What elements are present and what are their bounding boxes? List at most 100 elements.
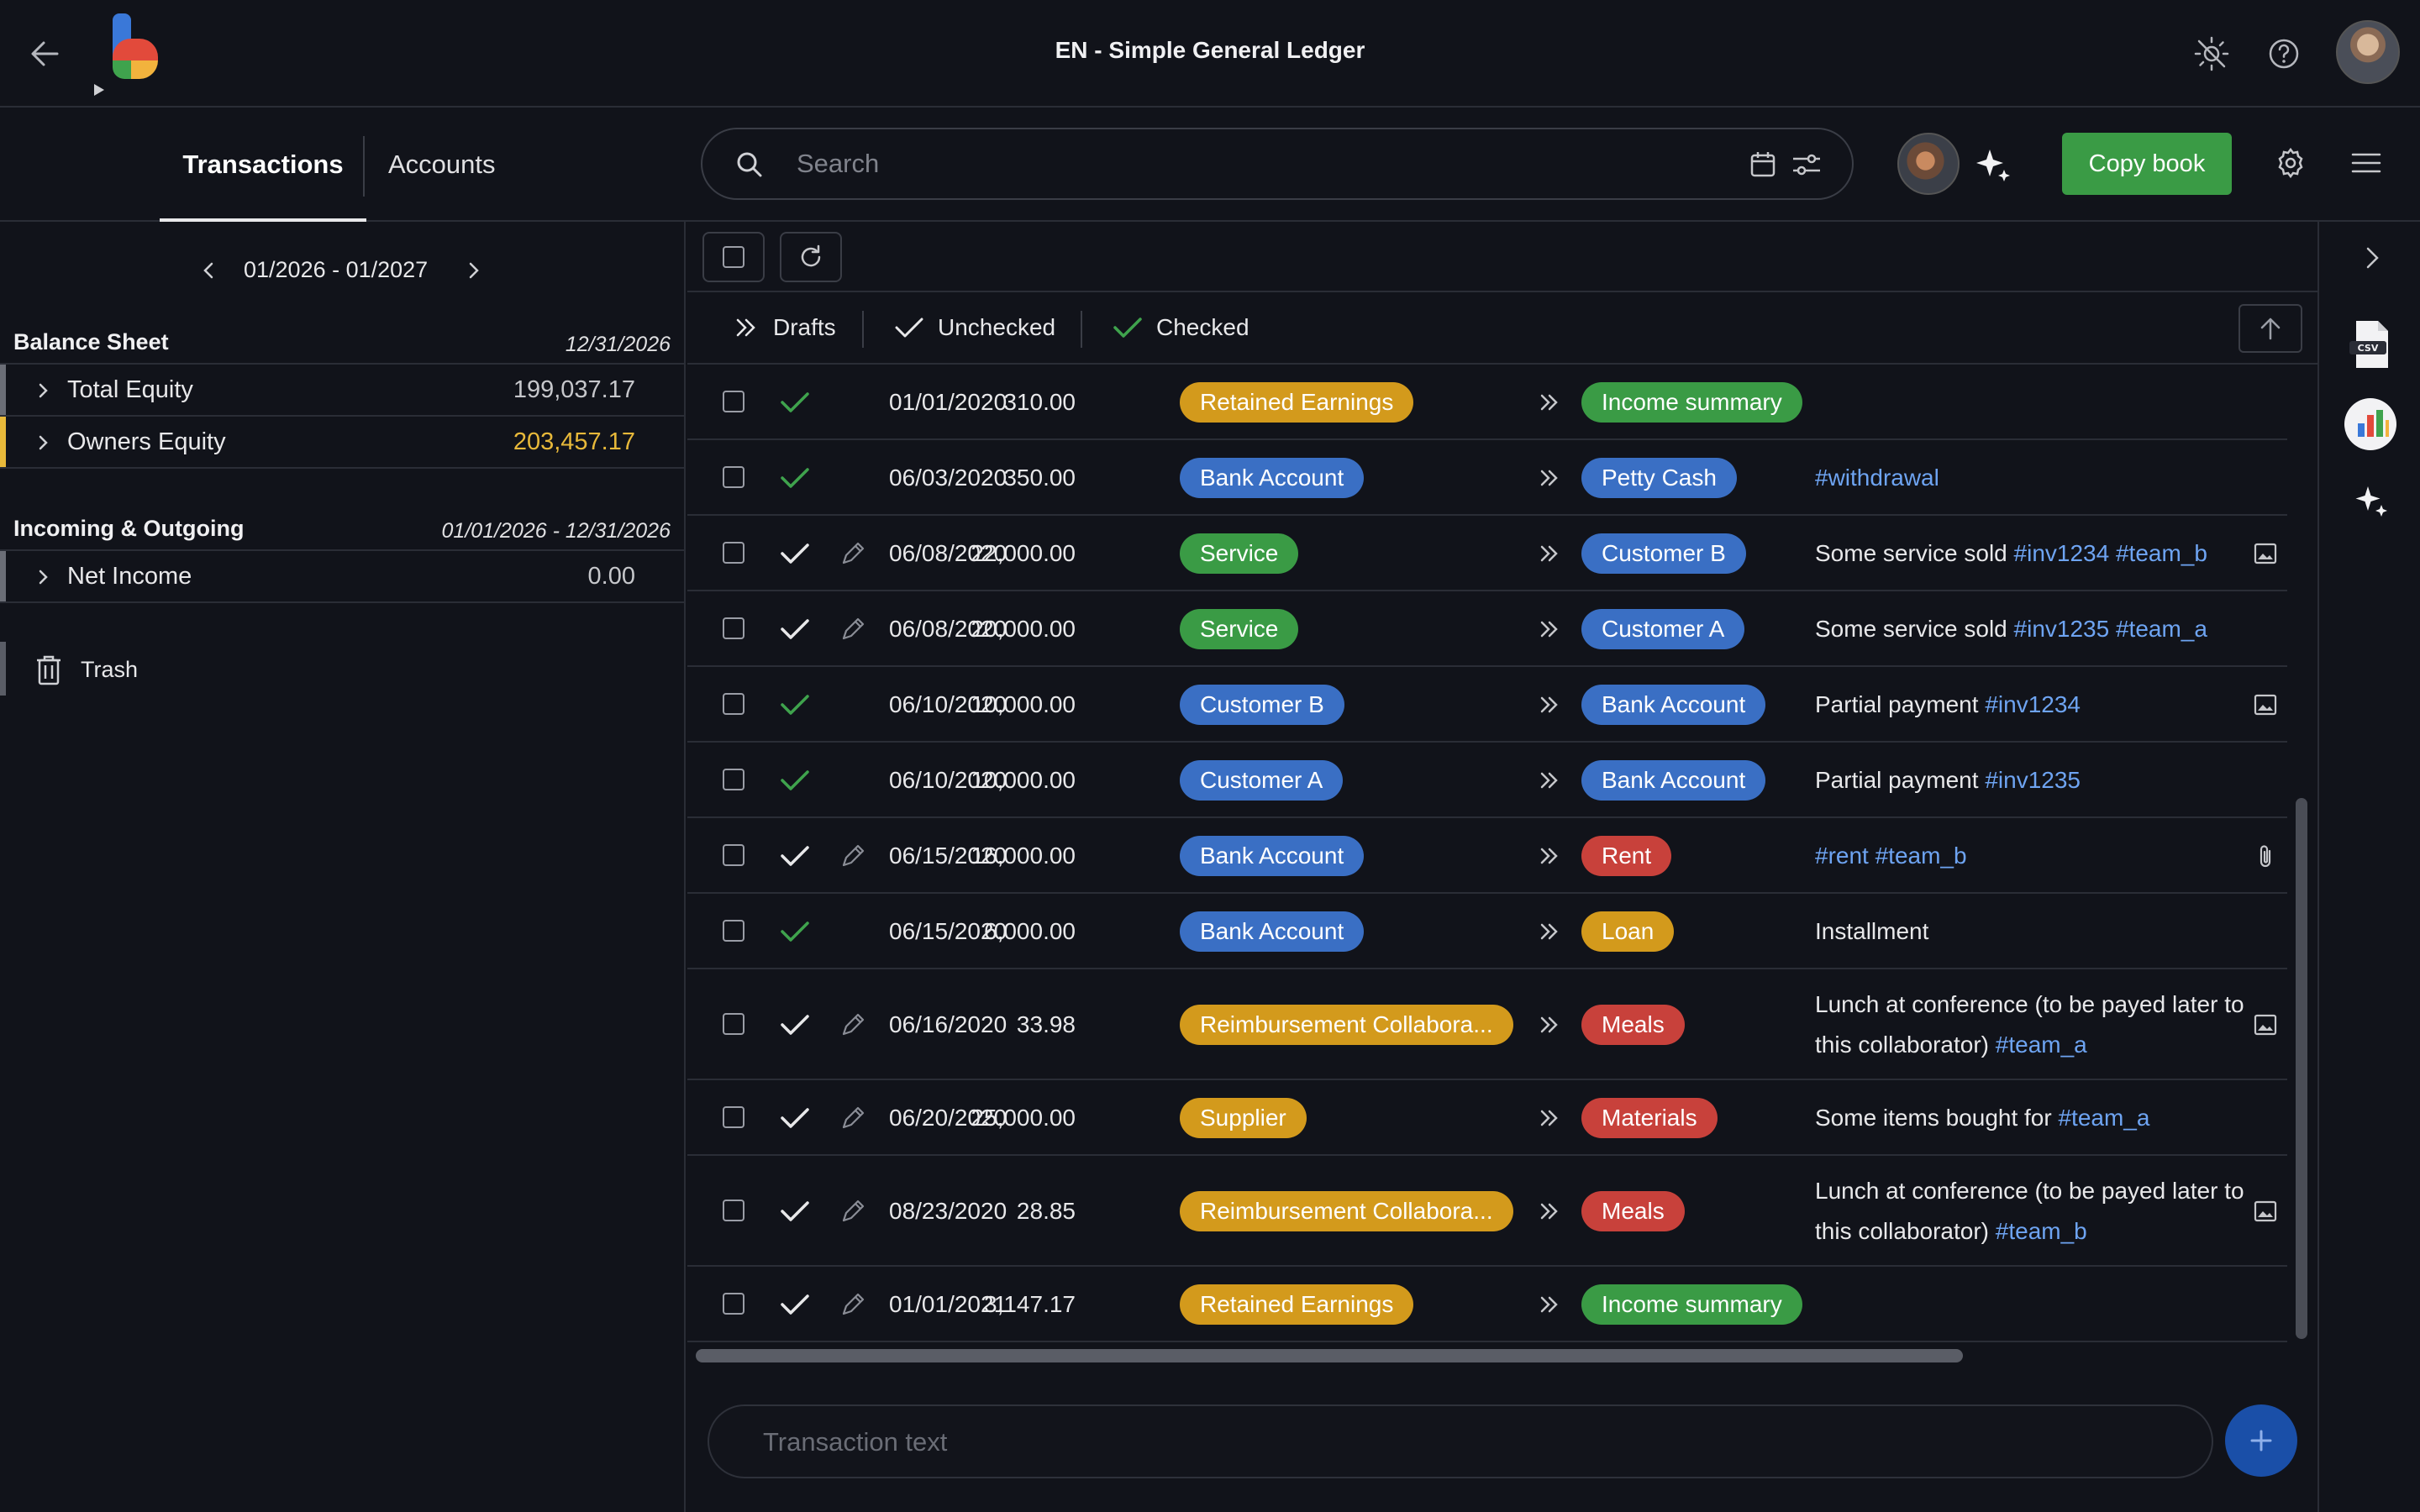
filter-drafts[interactable]: Drafts	[731, 312, 836, 343]
pencil-icon[interactable]	[839, 1011, 867, 1039]
checked-status-icon[interactable]	[778, 388, 812, 417]
unchecked-status-icon[interactable]	[778, 1290, 812, 1319]
collapse-panel-button[interactable]	[2358, 242, 2386, 274]
hashtag[interactable]: #inv1235	[1985, 767, 2081, 793]
tab-accounts[interactable]: Accounts	[388, 150, 496, 180]
to-account-tag[interactable]: Petty Cash	[1581, 458, 1737, 498]
table-row[interactable]: 06/20/2020 25,000.00 Supplier Materials Some…	[687, 1080, 2287, 1156]
from-account-tag[interactable]: Customer B	[1180, 685, 1344, 725]
hamburger-icon[interactable]	[2349, 150, 2383, 176]
image-attachment-icon[interactable]	[2252, 691, 2279, 718]
to-account-tag[interactable]: Meals	[1581, 1191, 1685, 1231]
account-row-total-equity[interactable]: Total Equity 199,037.17	[0, 363, 686, 415]
from-account-tag[interactable]: Reimbursement Collabora...	[1180, 1005, 1513, 1045]
pencil-icon[interactable]	[839, 1290, 867, 1319]
pencil-icon[interactable]	[839, 615, 867, 643]
assistant-avatar[interactable]	[1897, 133, 1960, 195]
to-account-tag[interactable]: Income summary	[1581, 1284, 1802, 1325]
table-row[interactable]: 06/08/2020 20,000.00 Service Customer A Some…	[687, 591, 2287, 667]
from-account-tag[interactable]: Reimbursement Collabora...	[1180, 1191, 1513, 1231]
checked-status-icon[interactable]	[778, 464, 812, 492]
unchecked-status-icon[interactable]	[778, 615, 812, 643]
search-input[interactable]	[797, 143, 1721, 185]
table-row[interactable]: 06/10/2020 10,000.00 Customer A Bank Accoun…	[687, 743, 2287, 818]
table-row[interactable]: 06/16/2020 33.98 Reimbursement Collabora..…	[687, 969, 2287, 1080]
hashtag[interactable]: #team_a	[2058, 1105, 2149, 1131]
table-row[interactable]: 01/01/2021 3,147.17 Retained Earnings Incom…	[687, 1267, 2287, 1342]
checked-status-icon[interactable]	[778, 766, 812, 795]
sparkle-icon[interactable]	[1973, 144, 2013, 185]
trash-item[interactable]: Trash	[0, 642, 686, 696]
checked-status-icon[interactable]	[778, 690, 812, 719]
filter-unchecked[interactable]: Unchecked	[892, 312, 1055, 343]
hashtag[interactable]: #team_b	[2116, 540, 2207, 566]
chevron-right-icon[interactable]	[34, 432, 52, 454]
to-account-tag[interactable]: Customer B	[1581, 533, 1746, 574]
unchecked-status-icon[interactable]	[778, 1104, 812, 1132]
hashtag[interactable]: #rent	[1815, 843, 1869, 869]
hashtag[interactable]: #inv1234	[1985, 691, 2081, 717]
hashtag[interactable]: #team_b	[1876, 843, 1967, 869]
row-checkbox[interactable]	[723, 1200, 744, 1221]
theme-toggle-button[interactable]	[2191, 34, 2232, 74]
sparkle-icon[interactable]	[2353, 482, 2390, 519]
unchecked-status-icon[interactable]	[778, 539, 812, 568]
image-attachment-icon[interactable]	[2252, 540, 2279, 567]
row-checkbox[interactable]	[723, 391, 744, 412]
unchecked-status-icon[interactable]	[778, 1011, 812, 1039]
row-checkbox[interactable]	[723, 693, 744, 715]
table-row[interactable]: 06/15/2020 6,000.00 Bank Account Loan Instal…	[687, 894, 2287, 969]
pencil-icon[interactable]	[839, 1104, 867, 1132]
sliders-icon[interactable]	[1790, 150, 1823, 180]
chevron-right-icon[interactable]	[34, 566, 52, 588]
csv-file-icon[interactable]: CSV	[2346, 318, 2396, 371]
row-checkbox[interactable]	[723, 1013, 744, 1035]
account-row-net-income[interactable]: Net Income 0.00	[0, 549, 686, 603]
row-checkbox[interactable]	[723, 1293, 744, 1315]
pencil-icon[interactable]	[839, 842, 867, 870]
pencil-icon[interactable]	[839, 539, 867, 568]
to-account-tag[interactable]: Income summary	[1581, 382, 1802, 423]
horizontal-scrollbar[interactable]	[696, 1349, 1963, 1362]
account-row-owners-equity[interactable]: Owners Equity 203,457.17	[0, 415, 686, 469]
from-account-tag[interactable]: Supplier	[1180, 1098, 1307, 1138]
hashtag[interactable]: #team_b	[1996, 1218, 2087, 1244]
period-next-button[interactable]	[464, 259, 484, 282]
row-checkbox[interactable]	[723, 1106, 744, 1128]
to-account-tag[interactable]: Customer A	[1581, 609, 1745, 649]
table-row[interactable]: 06/10/2020 10,000.00 Customer B Bank Accoun…	[687, 667, 2287, 743]
from-account-tag[interactable]: Retained Earnings	[1180, 1284, 1414, 1325]
to-account-tag[interactable]: Materials	[1581, 1098, 1718, 1138]
to-account-tag[interactable]: Bank Account	[1581, 760, 1766, 801]
from-account-tag[interactable]: Retained Earnings	[1180, 382, 1414, 423]
row-checkbox[interactable]	[723, 920, 744, 942]
from-account-tag[interactable]: Bank Account	[1180, 458, 1365, 498]
refresh-button[interactable]	[780, 232, 842, 282]
filter-checked[interactable]: Checked	[1111, 312, 1249, 343]
from-account-tag[interactable]: Service	[1180, 533, 1299, 574]
to-account-tag[interactable]: Bank Account	[1581, 685, 1766, 725]
hashtag[interactable]: #inv1235	[2014, 616, 2110, 642]
to-account-tag[interactable]: Meals	[1581, 1005, 1685, 1045]
row-checkbox[interactable]	[723, 542, 744, 564]
hashtag[interactable]: #inv1234	[2014, 540, 2110, 566]
gear-icon[interactable]	[2274, 146, 2307, 180]
user-avatar[interactable]	[2336, 20, 2400, 84]
period-prev-button[interactable]	[198, 259, 218, 282]
image-attachment-icon[interactable]	[2252, 1011, 2279, 1038]
hashtag[interactable]: #team_a	[2116, 616, 2207, 642]
help-button[interactable]	[2264, 34, 2304, 74]
hashtag[interactable]: #team_a	[1996, 1032, 2087, 1058]
calendar-icon[interactable]	[1748, 150, 1778, 180]
chevron-right-icon[interactable]	[34, 380, 52, 402]
row-checkbox[interactable]	[723, 617, 744, 639]
to-account-tag[interactable]: Loan	[1581, 911, 1675, 952]
table-row[interactable]: 01/01/2020 310.00 Retained Earnings Income …	[687, 365, 2287, 440]
from-account-tag[interactable]: Customer A	[1180, 760, 1344, 801]
transaction-text-input[interactable]	[763, 1421, 2158, 1463]
paperclip-icon[interactable]	[2252, 843, 2279, 871]
bar-chart-icon[interactable]	[2344, 398, 2396, 450]
row-checkbox[interactable]	[723, 844, 744, 866]
period-label[interactable]: 01/2026 - 01/2027	[244, 257, 428, 283]
from-account-tag[interactable]: Bank Account	[1180, 911, 1365, 952]
